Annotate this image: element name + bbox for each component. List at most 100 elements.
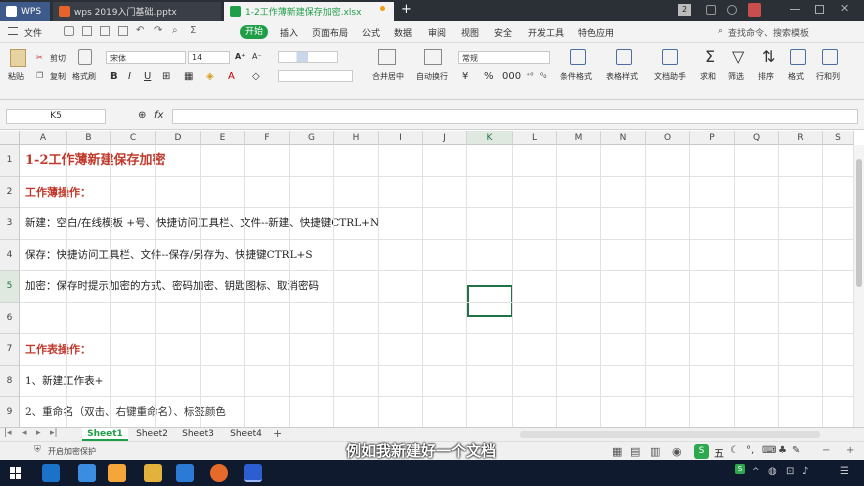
filter-button[interactable]: 筛选: [728, 71, 744, 82]
tab-wps-home[interactable]: WPS: [0, 2, 50, 21]
currency-icon[interactable]: ¥: [462, 71, 468, 82]
column-header-b[interactable]: B: [67, 131, 111, 145]
page-view-icon[interactable]: ▤: [630, 445, 640, 458]
print-preview-icon[interactable]: [118, 26, 128, 36]
open-folder-icon[interactable]: [64, 26, 74, 36]
row-col-button[interactable]: 行和列: [816, 71, 840, 82]
column-header-q[interactable]: Q: [735, 131, 779, 145]
column-header-g[interactable]: G: [290, 131, 334, 145]
zoom-in-icon[interactable]: +: [846, 445, 854, 456]
ribbon-tab-features[interactable]: 特色应用: [578, 26, 614, 39]
row-header-8[interactable]: 8: [0, 365, 20, 397]
table-style-button[interactable]: 表格样式: [606, 71, 638, 82]
doc-helper-button[interactable]: 文档助手: [654, 71, 686, 82]
cell-a3[interactable]: 新建：空白/在线模板 +号、快捷访问工具栏、文件--新建、快捷键CTRL+N: [25, 208, 379, 240]
spreadsheet-grid[interactable]: ABCDEFGHIJKLMNOPQRS 123456789 1-2工作薄新建保存…: [0, 131, 864, 427]
ribbon-tab-file[interactable]: 文件: [24, 26, 42, 39]
column-header-i[interactable]: I: [379, 131, 423, 145]
tray-ime-icon[interactable]: S: [735, 464, 745, 474]
avatar[interactable]: [748, 3, 761, 17]
notification-icon[interactable]: ☰: [840, 466, 849, 477]
column-header-p[interactable]: P: [690, 131, 735, 145]
windows-start-icon[interactable]: [10, 467, 22, 479]
row-header-7[interactable]: 7: [0, 334, 20, 366]
prev-sheet-icon[interactable]: ◂: [22, 428, 27, 438]
store-icon[interactable]: [176, 464, 194, 482]
file-explorer-icon[interactable]: [144, 464, 162, 482]
ribbon-tab-start[interactable]: 开始: [240, 25, 268, 39]
skin-icon-2[interactable]: ♣: [778, 445, 787, 456]
insert-function-button[interactable]: fx: [154, 110, 163, 121]
tab-pptx[interactable]: wps 2019入门基础.pptx: [53, 2, 221, 21]
italic-icon[interactable]: I: [128, 71, 131, 82]
font-size-select[interactable]: 14: [188, 51, 230, 64]
row-header-1[interactable]: 1: [0, 145, 20, 177]
command-search[interactable]: 查找命令、搜索模板: [728, 26, 809, 39]
border-icon[interactable]: ⊞: [162, 71, 170, 82]
sheet-tab-2[interactable]: Sheet2: [130, 428, 174, 441]
column-header-e[interactable]: E: [201, 131, 245, 145]
maximize-icon[interactable]: [815, 5, 824, 14]
copy-button[interactable]: 复制: [50, 71, 66, 82]
ime-mode[interactable]: 五: [714, 445, 724, 460]
column-header-m[interactable]: M: [557, 131, 601, 145]
decrease-decimal-icon[interactable]: ⁰₀: [540, 71, 546, 80]
app-yellow-icon[interactable]: [108, 464, 126, 482]
cell-a7[interactable]: 工作表操作：: [25, 334, 91, 366]
firefox-icon[interactable]: [210, 464, 228, 482]
cell-a8[interactable]: 1、新建工作表+: [25, 366, 103, 398]
edge-browser-icon[interactable]: [42, 464, 60, 482]
number-format-select[interactable]: 常规: [458, 51, 550, 64]
column-header-a[interactable]: A: [20, 131, 67, 145]
column-header-s[interactable]: S: [823, 131, 854, 145]
cell-a9[interactable]: 2、重命名（双击、右键重命名）、标签颜色: [25, 397, 226, 427]
sheet-tab-4[interactable]: Sheet4: [224, 428, 268, 441]
clear-format-icon[interactable]: ◇: [252, 71, 260, 82]
find-icon[interactable]: ⌕: [172, 25, 178, 36]
paste-button[interactable]: 粘贴: [8, 71, 24, 82]
decrease-font-icon[interactable]: A⁻: [252, 52, 262, 61]
network-icon[interactable]: ⊡: [786, 466, 794, 477]
column-header-l[interactable]: L: [513, 131, 557, 145]
horizontal-scrollbar[interactable]: [520, 431, 820, 438]
row-header-3[interactable]: 3: [0, 208, 20, 240]
row-header-9[interactable]: 9: [0, 397, 20, 427]
row-header-6[interactable]: 6: [0, 302, 20, 334]
ribbon-tab-insert[interactable]: 插入: [280, 26, 298, 39]
ime-logo-icon[interactable]: S: [694, 444, 709, 459]
format-button[interactable]: 格式: [788, 71, 804, 82]
alignment-top-group[interactable]: [278, 51, 338, 63]
sort-button[interactable]: 排序: [758, 71, 774, 82]
conditional-format-button[interactable]: 条件格式: [560, 71, 592, 82]
underline-icon[interactable]: U: [144, 71, 151, 82]
formula-input[interactable]: [172, 109, 858, 124]
column-header-n[interactable]: N: [601, 131, 646, 145]
percent-icon[interactable]: %: [484, 71, 494, 82]
ribbon-tab-security[interactable]: 安全: [494, 26, 512, 39]
cell-a1[interactable]: 1-2工作薄新建保存加密: [25, 145, 166, 177]
tab-xlsx[interactable]: 1-2工作薄新建保存加密.xlsx: [224, 2, 394, 21]
ribbon-tab-review[interactable]: 审阅: [428, 26, 446, 39]
select-all-corner[interactable]: [0, 131, 20, 145]
save-icon[interactable]: [82, 26, 92, 36]
vertical-scrollbar[interactable]: [854, 145, 864, 427]
column-header-j[interactable]: J: [423, 131, 467, 145]
window-counter-badge[interactable]: 2: [678, 4, 691, 16]
sum-quick-icon[interactable]: Σ: [190, 25, 196, 36]
column-header-c[interactable]: C: [111, 131, 156, 145]
highlight-icon[interactable]: ◈: [206, 71, 214, 82]
settings-icon[interactable]: [727, 5, 737, 15]
increase-font-icon[interactable]: A⁺: [235, 52, 245, 61]
font-family-select[interactable]: 宋体: [106, 51, 186, 64]
cell-a5[interactable]: 加密：保存时提示加密的方式、密码加密、钥匙图标、取消密码: [25, 271, 319, 303]
keyboard-icon[interactable]: ⌨: [762, 445, 776, 456]
print-icon[interactable]: [100, 26, 110, 36]
cell-a2[interactable]: 工作薄操作：: [25, 177, 91, 209]
column-header-o[interactable]: O: [646, 131, 690, 145]
column-header-r[interactable]: R: [779, 131, 823, 145]
increase-decimal-icon[interactable]: ⁺⁰: [526, 71, 533, 80]
tray-up-icon[interactable]: ^: [752, 467, 760, 477]
zoom-out-icon[interactable]: −: [822, 445, 830, 456]
ribbon-tab-developer[interactable]: 开发工具: [528, 26, 564, 39]
page-break-icon[interactable]: ▥: [650, 445, 660, 458]
